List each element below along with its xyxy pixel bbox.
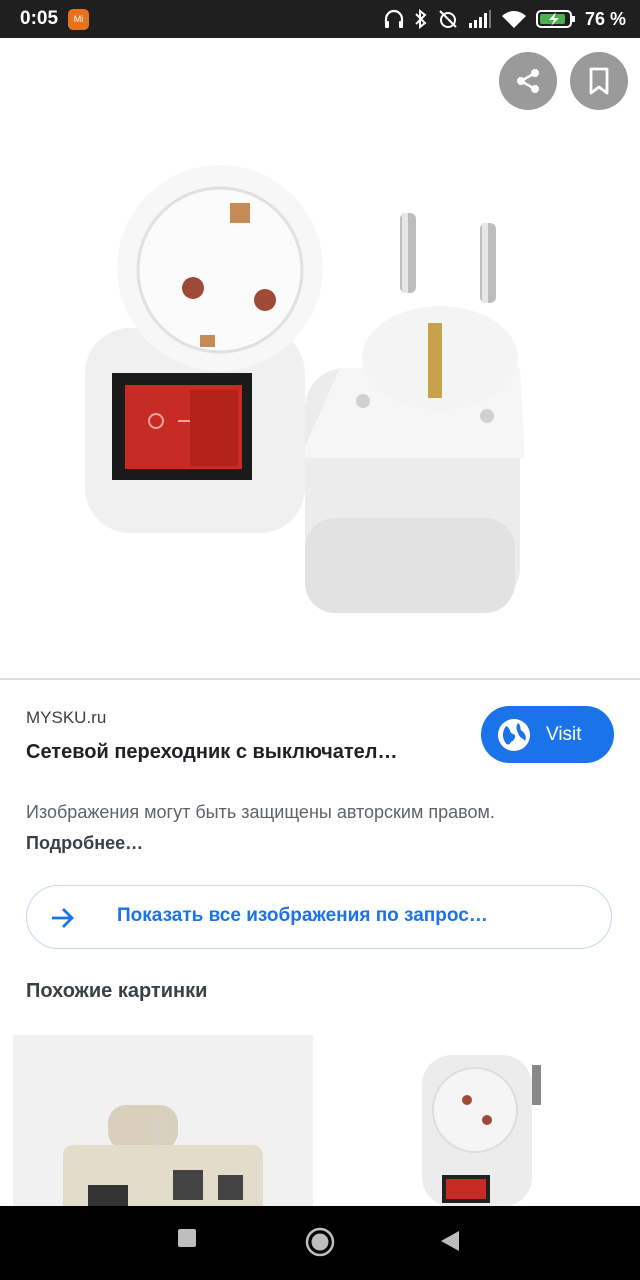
share-button[interactable] bbox=[499, 52, 557, 110]
product-photo bbox=[85, 165, 525, 613]
mi-app-icon: Mi bbox=[68, 9, 89, 30]
battery-charging-icon bbox=[535, 10, 575, 28]
bookmark-icon bbox=[589, 67, 609, 95]
similar-product-photo bbox=[327, 1035, 627, 1207]
back-icon[interactable] bbox=[440, 1230, 460, 1252]
status-bar: 0:05 Mi 76 % bbox=[0, 0, 640, 38]
status-icons: 76 % bbox=[383, 7, 626, 31]
bookmark-button[interactable] bbox=[570, 52, 628, 110]
battery-percent: 76 % bbox=[584, 8, 626, 29]
hero-image[interactable] bbox=[0, 38, 640, 678]
show-all-label: Показать все изображения по запрос… bbox=[117, 905, 488, 926]
wifi-icon bbox=[501, 11, 526, 28]
learn-more-link[interactable]: Подробнее… bbox=[26, 833, 143, 853]
globe-icon bbox=[498, 718, 530, 751]
visit-button[interactable]: Visit bbox=[481, 706, 614, 763]
status-time: 0:05 bbox=[20, 8, 59, 29]
bluetooth-icon bbox=[415, 9, 427, 29]
similar-images-heading: Похожие картинки bbox=[26, 980, 208, 1002]
result-title[interactable]: Сетевой переходник с выключател… bbox=[26, 741, 446, 764]
similar-product-photo bbox=[13, 1035, 313, 1207]
similar-image-thumb[interactable] bbox=[327, 1035, 627, 1207]
show-all-images-button[interactable]: Показать все изображения по запрос… bbox=[26, 885, 612, 949]
recents-icon[interactable] bbox=[177, 1228, 197, 1248]
copyright-notice: Изображения могут быть защищены авторски… bbox=[26, 797, 496, 859]
headphones-icon bbox=[384, 9, 404, 28]
home-icon[interactable] bbox=[305, 1227, 335, 1257]
share-icon bbox=[517, 69, 539, 93]
signal-icon bbox=[468, 10, 491, 28]
arrow-right-icon bbox=[52, 908, 74, 928]
divider bbox=[0, 678, 640, 680]
source-domain[interactable]: MYSKU.ru bbox=[26, 708, 106, 728]
alarm-off-icon bbox=[439, 10, 457, 28]
navigation-bar bbox=[0, 1206, 640, 1280]
copyright-text: Изображения могут быть защищены авторски… bbox=[26, 802, 495, 822]
similar-image-thumb[interactable] bbox=[13, 1035, 313, 1207]
visit-label: Visit bbox=[546, 723, 582, 745]
